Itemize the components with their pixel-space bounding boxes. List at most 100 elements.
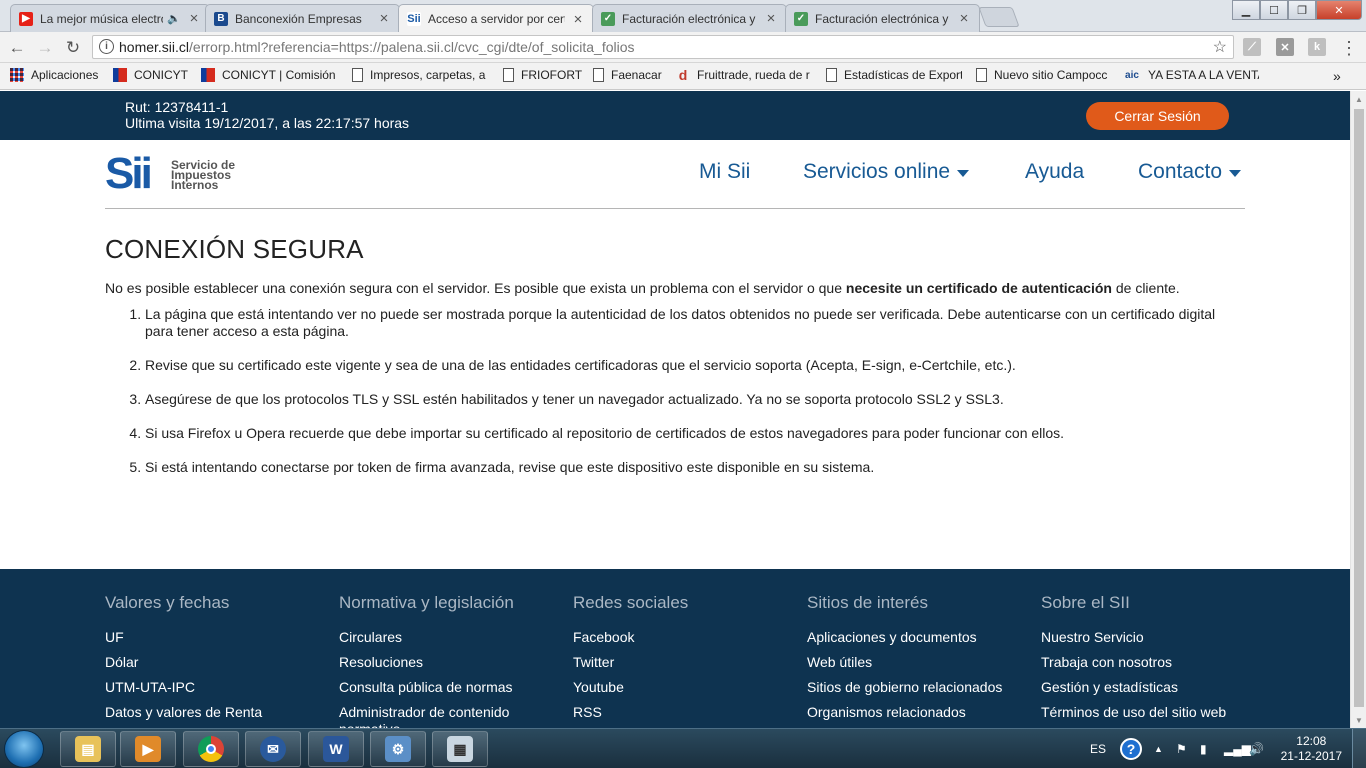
tray-expand-icon[interactable]: ▲ xyxy=(1154,729,1163,768)
bookmark-venta[interactable]: aic YA ESTA A LA VENTA xyxy=(1123,68,1259,82)
volume-icon[interactable]: 🔊 xyxy=(1249,729,1264,768)
bank-icon: B xyxy=(214,11,228,26)
bookmark-star-icon[interactable]: ☆ xyxy=(1213,37,1227,57)
action-center-flag-icon[interactable]: ⚑ xyxy=(1176,729,1187,768)
close-tab-icon[interactable]: × xyxy=(187,10,201,27)
show-desktop-button[interactable] xyxy=(1352,729,1366,768)
close-tab-icon[interactable]: × xyxy=(377,10,391,27)
close-tab-icon[interactable]: × xyxy=(571,11,585,28)
url-path: /errorp.html?referencia=https://palena.s… xyxy=(189,39,635,55)
bookmark-impresos[interactable]: Impresos, carpetas, a xyxy=(352,68,488,82)
translate-extension-icon[interactable]: ✕ xyxy=(1276,38,1294,56)
logout-button[interactable]: Cerrar Sesión xyxy=(1086,102,1229,130)
footer-link[interactable]: Twitter xyxy=(573,654,688,679)
power-icon[interactable]: ▮ xyxy=(1200,729,1207,768)
footer-link[interactable]: Nuestro Servicio xyxy=(1041,629,1226,654)
tab-sii-active[interactable]: Sii Acceso a servidor por certificado × xyxy=(398,4,594,33)
help-icon[interactable]: ? xyxy=(1120,729,1142,768)
footer-link[interactable]: Términos de uso del sitio web xyxy=(1041,704,1226,728)
footer-link[interactable]: Gestión y estadísticas xyxy=(1041,679,1226,704)
tab-facturacion-1[interactable]: ✓ Facturación electrónica y × xyxy=(592,4,787,32)
taskbar-word[interactable]: W xyxy=(308,731,364,767)
scroll-down-icon[interactable]: ▼ xyxy=(1351,712,1366,728)
bookmark-apps[interactable]: Aplicaciones xyxy=(10,68,98,82)
close-tab-icon[interactable]: × xyxy=(764,10,778,27)
new-tab-button[interactable] xyxy=(978,7,1020,27)
language-indicator[interactable]: ES xyxy=(1090,729,1106,768)
nav-servicios-online[interactable]: Servicios online xyxy=(803,160,970,184)
instructions-list: La página que está intentando ver no pue… xyxy=(105,306,1245,476)
taskbar-media-player[interactable]: ▶ xyxy=(120,731,176,767)
word-icon: W xyxy=(323,736,349,762)
footer-link[interactable]: Web útiles xyxy=(807,654,1002,679)
intro-text: de cliente. xyxy=(1111,280,1180,296)
scroll-up-icon[interactable]: ▲ xyxy=(1351,91,1366,107)
tab-facturacion-2[interactable]: ✓ Facturación electrónica y × xyxy=(785,4,980,32)
system-clock[interactable]: 12:08 21-12-2017 xyxy=(1281,734,1342,764)
bookmarks-bar: Aplicaciones CONICYT CONICYT | Comisión … xyxy=(0,63,1366,90)
bookmark-campocc[interactable]: Nuevo sitio Campocc xyxy=(976,68,1112,82)
forward-arrow-icon[interactable]: → xyxy=(34,37,56,59)
close-tab-icon[interactable]: × xyxy=(957,10,971,27)
nav-contacto[interactable]: Contacto xyxy=(1138,160,1242,184)
footer-link[interactable]: Consulta pública de normas xyxy=(339,679,539,704)
bookmark-conicyt-comision[interactable]: CONICYT | Comisión xyxy=(201,68,337,82)
footer-link[interactable]: Organismos relacionados xyxy=(807,704,1002,728)
taskbar-chrome[interactable] xyxy=(183,731,239,767)
nav-mi-sii[interactable]: Mi Sii xyxy=(699,160,750,184)
bookmark-conicyt[interactable]: CONICYT xyxy=(113,68,195,82)
k-extension-icon[interactable]: k xyxy=(1308,38,1326,56)
taskbar-thunderbird[interactable]: ✉ xyxy=(245,731,301,767)
page-scrollbar[interactable]: ▲ ▼ xyxy=(1350,91,1366,728)
close-window-button[interactable]: ✕ xyxy=(1316,0,1362,20)
sii-logo[interactable]: Sii Servicio de Impuestos Internos xyxy=(105,150,237,200)
footer-link[interactable]: Datos y valores de Renta xyxy=(105,704,262,728)
nav-ayuda[interactable]: Ayuda xyxy=(1025,160,1084,184)
restore-button[interactable]: ❐ xyxy=(1288,0,1316,20)
footer-link[interactable]: Youtube xyxy=(573,679,688,704)
footer-heading: Sitios de interés xyxy=(807,593,928,612)
footer-link[interactable]: Dólar xyxy=(105,654,262,679)
bookmark-fruittrade[interactable]: d Fruittrade, rueda de r xyxy=(676,68,812,82)
footer-link[interactable]: Facebook xyxy=(573,629,688,654)
factura-icon: ✓ xyxy=(601,11,615,26)
bookmark-faenacar[interactable]: Faenacar xyxy=(593,68,668,82)
scrollbar-thumb[interactable] xyxy=(1354,109,1364,707)
footer-link[interactable]: RSS xyxy=(573,704,688,728)
tab-youtube[interactable]: ▶ La mejor música electrónica 🔈 × xyxy=(10,4,210,32)
taskbar-notepad[interactable]: ▦ xyxy=(432,731,488,767)
start-button[interactable] xyxy=(4,730,44,768)
bookmark-estadisticas[interactable]: Estadísticas de Export xyxy=(826,68,962,82)
taskbar-control-panel[interactable]: ⚙ xyxy=(370,731,426,767)
footer-link[interactable]: UF xyxy=(105,629,262,654)
d-icon: d xyxy=(678,68,688,82)
speaker-icon[interactable]: 🔈 xyxy=(167,12,181,25)
url-field[interactable]: i homer.sii.cl/errorp.html?referencia=ht… xyxy=(92,35,1234,59)
bookmark-friofort[interactable]: FRIOFORT xyxy=(503,68,583,82)
menu-icon[interactable]: ⋮ xyxy=(1338,37,1360,59)
reload-icon[interactable]: ↻ xyxy=(62,37,84,59)
bookmarks-overflow-button[interactable]: » xyxy=(1333,68,1341,84)
back-arrow-icon[interactable]: ← xyxy=(6,37,28,59)
taskbar-explorer[interactable]: ▤ xyxy=(60,731,116,767)
minimize-button[interactable]: ▁ xyxy=(1232,0,1260,20)
bookmark-label: Nuevo sitio Campocc xyxy=(994,68,1108,82)
footer-link[interactable]: Sitios de gobierno relacionados xyxy=(807,679,1002,704)
pdf-extension-icon[interactable]: ⟋ xyxy=(1243,38,1261,56)
intro-bold-text: necesite un certificado de autenticación xyxy=(845,280,1112,296)
footer-link[interactable]: Resoluciones xyxy=(339,654,539,679)
bookmark-label: Estadísticas de Export xyxy=(844,68,962,82)
network-icon[interactable]: ▂▄▆ xyxy=(1224,729,1251,768)
footer-link[interactable]: Circulares xyxy=(339,629,539,654)
footer-link[interactable]: Administrador de contenido normativo xyxy=(339,704,539,728)
footer-link[interactable]: UTM-UTA-IPC xyxy=(105,679,262,704)
list-item: Asegúrese de que los protocolos TLS y SS… xyxy=(145,391,1245,408)
notepad-icon: ▦ xyxy=(447,736,473,762)
info-icon[interactable]: i xyxy=(99,39,114,54)
tab-banconexion[interactable]: B Banconexión Empresas × xyxy=(205,4,400,32)
footer-column-sitios: Sitios de interés Aplicaciones y documen… xyxy=(807,593,1002,728)
footer-link[interactable]: Trabaja con nosotros xyxy=(1041,654,1226,679)
person-icon[interactable]: ☐ xyxy=(1260,0,1288,20)
nav-label: Mi Sii xyxy=(699,160,751,183)
footer-link[interactable]: Aplicaciones y documentos xyxy=(807,629,1002,654)
